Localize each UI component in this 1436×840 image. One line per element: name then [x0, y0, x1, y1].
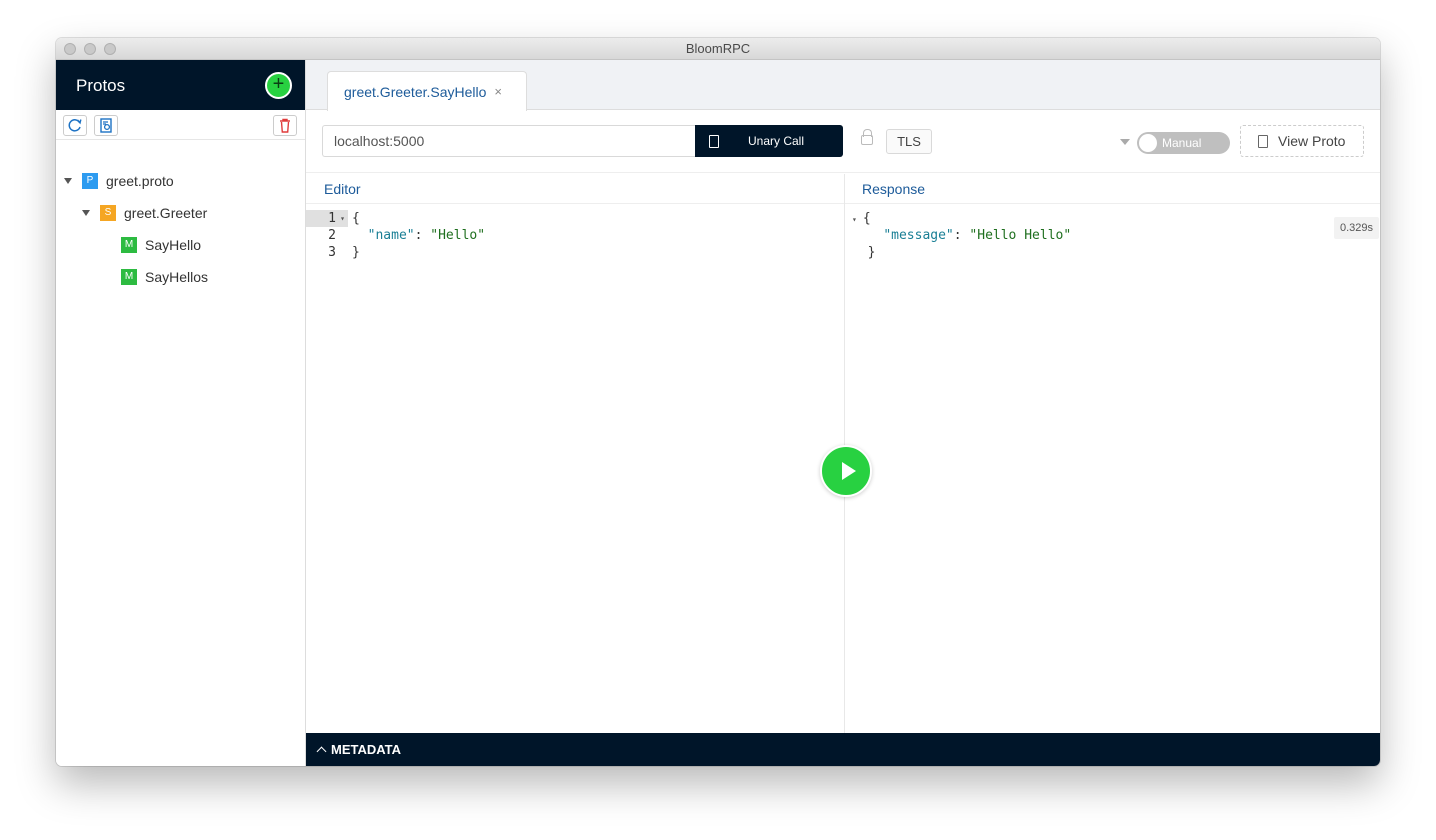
editor-gutter: 1 ▾ 2 3	[306, 210, 348, 261]
sidebar-toolbar	[56, 110, 305, 140]
file-search-icon	[100, 118, 112, 133]
response-heading: Response	[845, 174, 1380, 204]
code-line: }	[352, 245, 360, 260]
file-icon	[1258, 135, 1268, 148]
add-proto-button[interactable]: +	[265, 72, 292, 99]
server-icon	[709, 135, 719, 148]
view-proto-button[interactable]: View Proto	[1240, 125, 1364, 157]
toggle-knob	[1139, 134, 1157, 152]
minimize-window-button[interactable]	[84, 43, 96, 55]
call-type-button[interactable]: Unary Call	[695, 125, 843, 157]
code-line: "message": "Hello Hello"	[883, 228, 1072, 243]
tree-item-label: SayHello	[145, 237, 202, 253]
expand-caret-icon[interactable]	[82, 210, 90, 216]
editor-code[interactable]: { "name": "Hello" }	[352, 210, 485, 261]
run-button[interactable]	[820, 445, 872, 497]
reload-protos-button[interactable]	[63, 115, 87, 136]
app-window: BloomRPC Protos + P greet.proto S greet.…	[56, 38, 1380, 766]
tree-item-sayhello[interactable]: M SayHello	[121, 233, 201, 257]
delete-all-button[interactable]	[273, 115, 297, 136]
tree-item-sayhellos[interactable]: M SayHellos	[121, 265, 208, 289]
close-window-button[interactable]	[64, 43, 76, 55]
request-controls: localhost:5000 Unary Call TLS Manual Vie…	[306, 111, 1380, 173]
view-proto-label: View Proto	[1278, 133, 1346, 149]
tree-item-greet-proto[interactable]: P greet.proto	[64, 169, 174, 193]
title-bar: BloomRPC	[56, 38, 1380, 60]
fold-arrow-icon[interactable]: ▾	[852, 215, 857, 224]
import-paths-button[interactable]	[94, 115, 118, 136]
chevron-up-icon	[316, 746, 327, 757]
close-tab-icon[interactable]: ×	[494, 84, 502, 99]
maximize-window-button[interactable]	[104, 43, 116, 55]
trash-icon	[280, 118, 290, 133]
expand-caret-icon[interactable]	[64, 178, 72, 184]
tree-item-label: greet.proto	[106, 173, 174, 189]
tree-item-label: greet.Greeter	[124, 205, 208, 221]
line-number: 3	[328, 245, 336, 260]
tree-item-greet-greeter[interactable]: S greet.Greeter	[82, 201, 207, 225]
method-tag-icon: M	[121, 269, 137, 285]
tab-bar: greet.Greeter.SayHello ×	[306, 60, 1380, 111]
tls-button[interactable]: TLS	[886, 129, 932, 154]
code-line: {	[352, 211, 360, 226]
toggle-label: Manual	[1162, 136, 1202, 150]
editor-heading: Editor	[306, 174, 844, 204]
code-line: ▾{	[852, 211, 871, 226]
protos-sidebar: Protos + P greet.proto S greet.Greeter M	[56, 60, 306, 766]
response-code: ▾{ "message": "Hello Hello" }	[852, 210, 1071, 261]
window-controls	[64, 43, 116, 55]
window-title: BloomRPC	[685, 41, 751, 56]
line-number: 1 ▾	[306, 210, 348, 227]
fold-arrow-icon[interactable]: ▾	[340, 210, 345, 227]
code-line: "name": "Hello"	[367, 228, 486, 243]
tree-item-label: SayHellos	[145, 269, 209, 285]
proto-tag-icon: P	[82, 173, 98, 189]
refresh-icon	[68, 119, 82, 132]
tab-greet-greeter-sayhello[interactable]: greet.Greeter.SayHello ×	[327, 71, 527, 111]
service-tag-icon: S	[100, 205, 116, 221]
sidebar-title: Protos	[76, 76, 126, 95]
method-tag-icon: M	[121, 237, 137, 253]
response-time-badge: 0.329s	[1333, 217, 1379, 239]
tab-label: greet.Greeter.SayHello	[344, 83, 487, 100]
call-type-label: Unary Call	[748, 134, 805, 148]
server-address-input[interactable]: localhost:5000	[322, 125, 696, 157]
metadata-bar[interactable]: METADATA	[306, 733, 1380, 766]
code-line: }	[867, 245, 876, 260]
metadata-label: METADATA	[331, 742, 402, 757]
sidebar-header: Protos +	[56, 60, 305, 110]
chevron-down-icon[interactable]	[1120, 139, 1130, 145]
unlock-icon	[861, 129, 873, 145]
line-number: 2	[328, 228, 336, 243]
main-panel: greet.Greeter.SayHello × localhost:5000 …	[306, 60, 1380, 766]
manual-toggle[interactable]: Manual	[1137, 132, 1230, 154]
